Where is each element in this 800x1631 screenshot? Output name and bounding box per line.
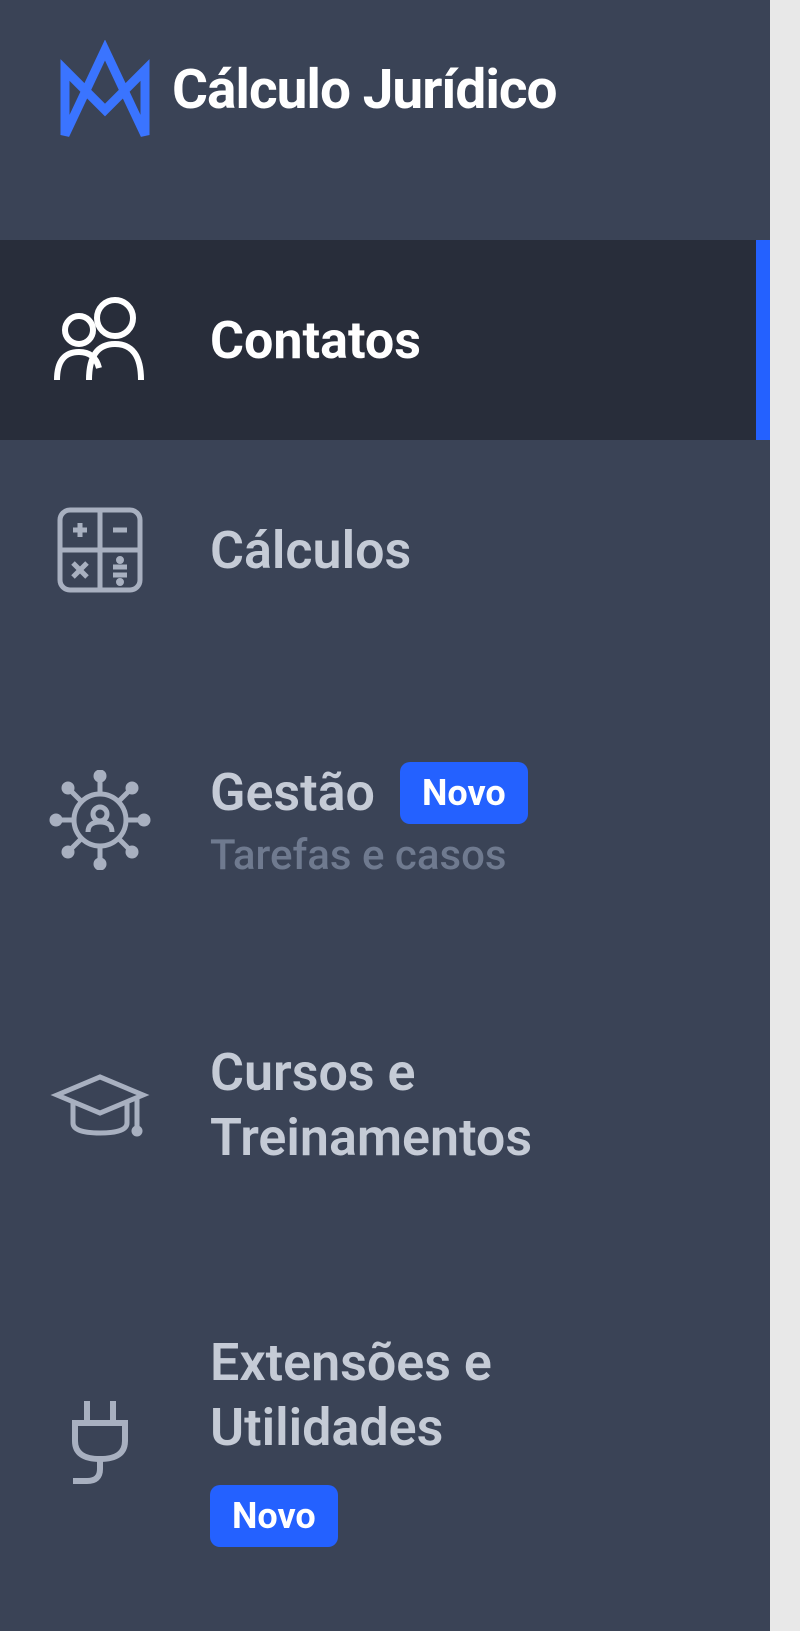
app-name: Cálculo Jurídico	[172, 58, 557, 122]
new-badge: Novo	[400, 762, 528, 824]
nav-item-content: Cálculos	[210, 518, 725, 583]
plug-icon	[45, 1389, 155, 1489]
nav-item-label: Cálculos	[210, 518, 411, 583]
calculator-icon	[45, 500, 155, 600]
nav-item-contatos[interactable]: Contatos	[0, 240, 770, 440]
contacts-icon	[45, 290, 155, 390]
nav-item-label: Cursos e Treinamentos	[210, 1040, 725, 1170]
new-badge: Novo	[210, 1485, 338, 1547]
nav-item-gestao[interactable]: Gestão Novo Tarefas e casos	[0, 710, 770, 930]
nav-item-content: Contatos	[210, 308, 725, 373]
main-nav: Contatos	[0, 240, 770, 1597]
nav-item-label: Gestão	[210, 760, 375, 825]
nav-item-content: Gestão Novo Tarefas e casos	[210, 760, 725, 880]
graduation-cap-icon	[45, 1055, 155, 1155]
nav-item-content: Cursos e Treinamentos	[210, 1040, 725, 1170]
management-icon	[45, 770, 155, 870]
nav-item-content: Extensões e Utilidades Novo	[210, 1330, 725, 1547]
app-logo-icon	[50, 40, 160, 140]
nav-item-calculos[interactable]: Cálculos	[0, 450, 770, 650]
app-header: Cálculo Jurídico	[0, 0, 770, 240]
nav-item-cursos[interactable]: Cursos e Treinamentos	[0, 990, 770, 1220]
sidebar: Cálculo Jurídico Contatos	[0, 0, 770, 1631]
nav-item-label: Contatos	[210, 308, 421, 373]
nav-item-extensoes[interactable]: Extensões e Utilidades Novo	[0, 1280, 770, 1597]
nav-item-sublabel: Tarefas e casos	[210, 831, 725, 880]
nav-item-label: Extensões e Utilidades	[210, 1330, 725, 1460]
